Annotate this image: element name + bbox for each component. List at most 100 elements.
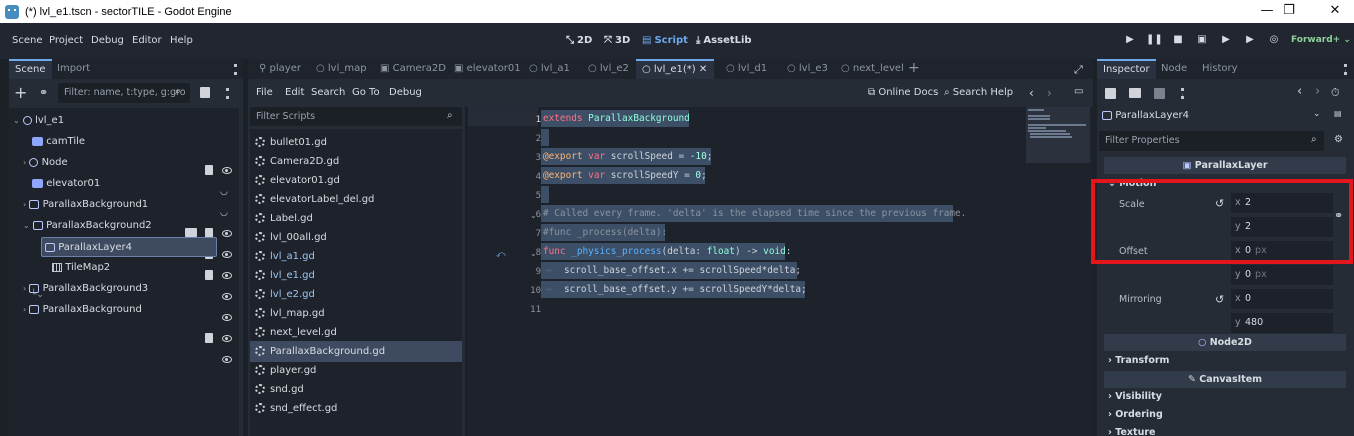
group-texture[interactable]: › Texture xyxy=(1108,427,1155,436)
script-item[interactable]: player.gd xyxy=(255,360,316,381)
code-editor[interactable]: 1 2 3 4 5 6 7 8 9 10 11 ⌄ ⌄ ⤺ extends Pa… xyxy=(468,107,1093,436)
pause-icon[interactable]: ❚❚ xyxy=(1146,34,1163,48)
history-back-icon[interactable]: ‹ xyxy=(1297,84,1302,99)
play-scene-icon[interactable]: ▶ xyxy=(1218,34,1234,48)
mode-2d-button[interactable]: ⤡ 2D xyxy=(566,35,592,46)
script-item[interactable]: lvl_a1.gd xyxy=(255,246,315,267)
visibility-eye-icon[interactable] xyxy=(222,335,232,342)
next-icon[interactable]: › xyxy=(1047,86,1052,100)
clapper-icon[interactable] xyxy=(185,228,197,237)
history-forward-icon[interactable]: › xyxy=(1315,84,1320,99)
tab-player[interactable]: ⚲ player xyxy=(253,59,307,79)
fold-arrow-icon[interactable]: ⌄ xyxy=(530,211,537,220)
search-help-button[interactable]: ⌕ Search Help xyxy=(944,87,1013,98)
menu-scene[interactable]: Scene xyxy=(12,35,43,46)
renderer-select[interactable]: Forward+ ⌄ xyxy=(1291,35,1351,45)
close-tab-icon[interactable]: ✕ xyxy=(699,64,707,75)
section-node2d[interactable]: ○ Node2D xyxy=(1104,334,1346,351)
object-history-icon[interactable]: ⏱ xyxy=(1331,86,1340,100)
tree-item-camtile[interactable]: camTile xyxy=(32,131,85,152)
visibility-eye-icon[interactable] xyxy=(222,314,232,321)
group-transform[interactable]: › Transform xyxy=(1108,355,1169,366)
play-custom-scene-icon[interactable]: ▶ xyxy=(1242,34,1258,48)
section-parallaxlayer[interactable]: ▣ ParallaxLayer xyxy=(1104,157,1346,174)
script-item-selected[interactable]: ParallaxBackground.gd xyxy=(250,341,462,362)
script-item[interactable]: lvl_00all.gd xyxy=(255,227,327,248)
previous-icon[interactable]: ‹ xyxy=(1029,86,1034,100)
toggle-panel-icon[interactable]: ▭ xyxy=(1074,86,1083,97)
tree-item-node[interactable]: › Node xyxy=(23,152,68,173)
group-visibility[interactable]: › Visibility xyxy=(1108,391,1162,402)
group-ordering[interactable]: › Ordering xyxy=(1108,409,1163,420)
fold-arrow-icon[interactable]: ⌄ xyxy=(530,249,537,258)
visibility-eye-icon[interactable] xyxy=(222,293,232,300)
mirroring-y-input[interactable]: y 480 xyxy=(1231,313,1333,333)
tab-lvl-a1[interactable]: ○ lvl_a1 xyxy=(523,59,576,79)
tab-import[interactable]: Import xyxy=(51,59,96,79)
tree-item-parallaxlayer4[interactable]: ParallaxLayer4 xyxy=(41,237,217,257)
open-folder-icon[interactable] xyxy=(1129,88,1141,98)
tab-lvl-map[interactable]: ○ lvl_map xyxy=(310,59,373,79)
attach-script-icon[interactable] xyxy=(200,87,210,98)
mode-script-button[interactable]: ▤ Script xyxy=(642,35,688,46)
code-minimap[interactable] xyxy=(1026,107,1090,163)
tree-item-parallaxbackground[interactable]: › ParallaxBackground xyxy=(23,299,142,320)
menu-project[interactable]: Project xyxy=(49,35,83,46)
close-window-button[interactable]: ✕ xyxy=(1312,0,1354,23)
filter-scripts-input[interactable]: Filter Scripts xyxy=(250,107,462,126)
tab-lvl-e3[interactable]: ○ lvl_e3 xyxy=(781,59,834,79)
revert-icon[interactable]: ↺ xyxy=(1215,293,1224,306)
tab-elevator01[interactable]: ▣ elevator01 xyxy=(448,59,527,79)
visibility-eye-icon[interactable] xyxy=(222,230,232,237)
fullscreen-icon[interactable]: ⤢ xyxy=(1074,63,1083,77)
signal-icon[interactable]: ◡ xyxy=(220,208,228,218)
save-icon[interactable] xyxy=(1154,88,1165,99)
tab-lvl-e2[interactable]: ○ lvl_e2 xyxy=(582,59,635,79)
script-item[interactable]: bullet01.gd xyxy=(255,132,327,153)
maximize-button[interactable]: ❐ xyxy=(1266,0,1312,23)
dock-menu-icon[interactable] xyxy=(1344,64,1347,75)
script-item[interactable]: Camera2D.gd xyxy=(255,151,339,172)
movie-maker-icon[interactable]: ◎ xyxy=(1266,34,1282,48)
scene-filter-input[interactable]: Filter: name, t:type, g:gro xyxy=(58,83,190,103)
signal-icon[interactable]: ◡ xyxy=(220,187,228,197)
tree-item-parallaxbackground1[interactable]: › ParallaxBackground1 xyxy=(23,194,148,215)
offset-y-input[interactable]: y 0 px xyxy=(1231,265,1333,285)
tab-lvl-d1[interactable]: ○ lvl_d1 xyxy=(720,59,773,79)
add-tab-icon[interactable]: + xyxy=(902,59,926,79)
mode-assetlib-button[interactable]: ⤓ AssetLib xyxy=(696,35,752,46)
mode-3d-button[interactable]: ⤧ 3D xyxy=(604,35,630,46)
script-item[interactable]: next_level.gd xyxy=(255,322,337,343)
tab-node[interactable]: Node xyxy=(1155,59,1193,79)
tree-item-tilemap2[interactable]: TileMap2 xyxy=(52,257,110,278)
menu-editor[interactable]: Editor xyxy=(132,35,162,46)
mirroring-x-input[interactable]: x0 xyxy=(1231,289,1333,309)
script-item[interactable]: elevatorLabel_del.gd xyxy=(255,189,374,210)
visibility-eye-icon[interactable] xyxy=(222,251,232,258)
script-menu-file[interactable]: File xyxy=(256,87,273,98)
filter-properties-input[interactable]: Filter Properties xyxy=(1099,131,1324,151)
tab-camera2d[interactable]: ▣ Camera2D xyxy=(374,59,452,79)
script-icon[interactable] xyxy=(205,165,213,175)
play-icon[interactable]: ▶ xyxy=(1122,34,1138,48)
add-node-icon[interactable]: + xyxy=(14,83,27,102)
script-item[interactable]: snd.gd xyxy=(255,379,304,400)
tab-inspector[interactable]: Inspector xyxy=(1097,59,1156,79)
tree-item-lvl_e1[interactable]: ⌄ lvl_e1 xyxy=(13,110,235,131)
script-item[interactable]: Label.gd xyxy=(255,208,313,229)
tab-history[interactable]: History xyxy=(1196,59,1244,79)
script-menu-edit[interactable]: Edit xyxy=(285,87,304,98)
script-item[interactable]: lvl_e2.gd xyxy=(255,284,315,305)
script-menu-goto[interactable]: Go To xyxy=(352,87,380,98)
tab-lvl-e1[interactable]: ○ lvl_e1(*) ✕ xyxy=(636,59,714,79)
script-item[interactable]: elevator01.gd xyxy=(255,170,340,191)
tab-next-level[interactable]: ○ next_level xyxy=(835,59,910,79)
visibility-eye-icon[interactable] xyxy=(222,356,232,363)
scene-menu-icon[interactable] xyxy=(226,88,229,99)
tree-item-elevator01[interactable]: elevator01 xyxy=(32,173,100,194)
visibility-eye-icon[interactable] xyxy=(222,272,232,279)
script-menu-debug[interactable]: Debug xyxy=(389,87,422,98)
visibility-eye-icon[interactable] xyxy=(222,167,232,174)
stop-icon[interactable]: ■ xyxy=(1170,34,1186,48)
menu-help[interactable]: Help xyxy=(170,35,193,46)
